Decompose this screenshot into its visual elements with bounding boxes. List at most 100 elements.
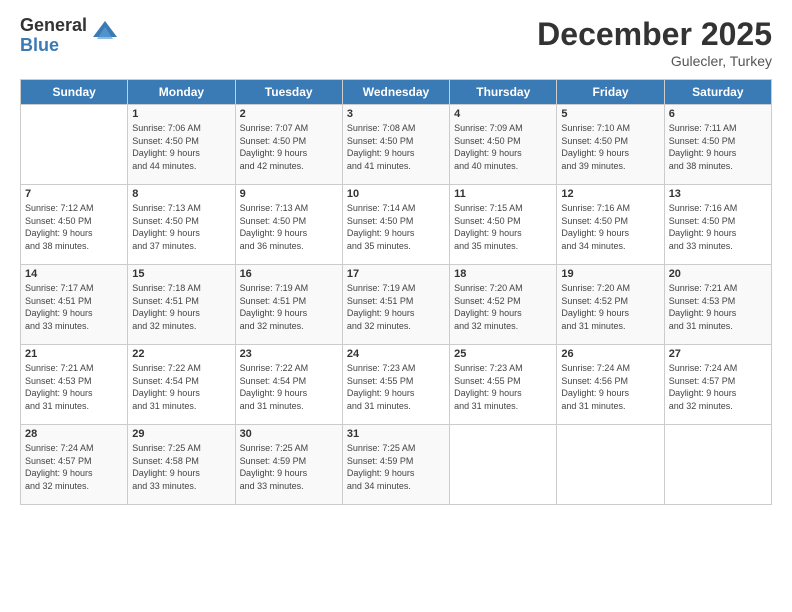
day-info: Sunrise: 7:13 AM Sunset: 4:50 PM Dayligh…: [132, 202, 230, 252]
header-row: SundayMondayTuesdayWednesdayThursdayFrid…: [21, 80, 772, 105]
location-subtitle: Gulecler, Turkey: [537, 53, 772, 69]
calendar-cell: 20Sunrise: 7:21 AM Sunset: 4:53 PM Dayli…: [664, 265, 771, 345]
week-row-5: 28Sunrise: 7:24 AM Sunset: 4:57 PM Dayli…: [21, 425, 772, 505]
day-header-monday: Monday: [128, 80, 235, 105]
day-number: 30: [240, 428, 338, 440]
logo: General Blue: [20, 16, 119, 56]
day-info: Sunrise: 7:20 AM Sunset: 4:52 PM Dayligh…: [561, 282, 659, 332]
day-number: 26: [561, 348, 659, 360]
day-number: 18: [454, 268, 552, 280]
calendar-cell: [450, 425, 557, 505]
calendar-cell: 7 Sunrise: 7:12 AM Sunset: 4:50 PM Daylig…: [21, 185, 128, 265]
logo-general: General: [20, 16, 87, 36]
calendar-cell: 2Sunrise: 7:07 AM Sunset: 4:50 PM Daylig…: [235, 105, 342, 185]
day-number: 17: [347, 268, 445, 280]
day-header-friday: Friday: [557, 80, 664, 105]
day-number: 4: [454, 108, 552, 120]
calendar-cell: 16Sunrise: 7:19 AM Sunset: 4:51 PM Dayli…: [235, 265, 342, 345]
calendar-cell: [664, 425, 771, 505]
month-title: December 2025: [537, 16, 772, 53]
calendar-cell: 17 Sunrise: 7:19 AM Sunset: 4:51 PM Dayli…: [342, 265, 449, 345]
day-number: 15: [132, 268, 230, 280]
day-info: Sunrise: 7:11 AM Sunset: 4:50 PM Dayligh…: [669, 122, 767, 172]
day-number: 5: [561, 108, 659, 120]
calendar-cell: 22 Sunrise: 7:22 AM Sunset: 4:54 PM Dayli…: [128, 345, 235, 425]
calendar-cell: 19 Sunrise: 7:20 AM Sunset: 4:52 PM Dayli…: [557, 265, 664, 345]
day-info: Sunrise: 7:08 AM Sunset: 4:50 PM Dayligh…: [347, 122, 445, 172]
day-number: 23: [240, 348, 338, 360]
calendar-cell: 9 Sunrise: 7:13 AM Sunset: 4:50 PM Daylig…: [235, 185, 342, 265]
calendar-cell: 13 Sunrise: 7:16 AM Sunset: 4:50 PM Dayli…: [664, 185, 771, 265]
day-number: 22: [132, 348, 230, 360]
logo-blue: Blue: [20, 36, 87, 56]
day-number: 9: [240, 188, 338, 200]
calendar-cell: 4Sunrise: 7:09 AM Sunset: 4:50 PM Daylig…: [450, 105, 557, 185]
calendar-cell: 30 Sunrise: 7:25 AM Sunset: 4:59 PM Dayli…: [235, 425, 342, 505]
calendar-cell: 15Sunrise: 7:18 AM Sunset: 4:51 PM Dayli…: [128, 265, 235, 345]
calendar-cell: 23Sunrise: 7:22 AM Sunset: 4:54 PM Dayli…: [235, 345, 342, 425]
day-info: Sunrise: 7:25 AM Sunset: 4:59 PM Dayligh…: [240, 442, 338, 492]
day-header-sunday: Sunday: [21, 80, 128, 105]
week-row-3: 14 Sunrise: 7:17 AM Sunset: 4:51 PM Dayli…: [21, 265, 772, 345]
day-number: 21: [25, 348, 123, 360]
calendar-cell: [21, 105, 128, 185]
calendar-cell: 1 Sunrise: 7:06 AM Sunset: 4:50 PM Daylig…: [128, 105, 235, 185]
day-info: Sunrise: 7:25 AM Sunset: 4:59 PM Dayligh…: [347, 442, 445, 492]
day-info: Sunrise: 7:17 AM Sunset: 4:51 PM Dayligh…: [25, 282, 123, 332]
day-number: 2: [240, 108, 338, 120]
logo-icon: [91, 19, 119, 52]
day-info: Sunrise: 7:14 AM Sunset: 4:50 PM Dayligh…: [347, 202, 445, 252]
day-number: 10: [347, 188, 445, 200]
day-number: 13: [669, 188, 767, 200]
day-info: Sunrise: 7:12 AM Sunset: 4:50 PM Dayligh…: [25, 202, 123, 252]
day-info: Sunrise: 7:19 AM Sunset: 4:51 PM Dayligh…: [240, 282, 338, 332]
day-info: Sunrise: 7:06 AM Sunset: 4:50 PM Dayligh…: [132, 122, 230, 172]
calendar-cell: 14 Sunrise: 7:17 AM Sunset: 4:51 PM Dayli…: [21, 265, 128, 345]
calendar-cell: 3 Sunrise: 7:08 AM Sunset: 4:50 PM Daylig…: [342, 105, 449, 185]
day-number: 8: [132, 188, 230, 200]
day-number: 12: [561, 188, 659, 200]
calendar-cell: 26 Sunrise: 7:24 AM Sunset: 4:56 PM Dayli…: [557, 345, 664, 425]
day-info: Sunrise: 7:19 AM Sunset: 4:51 PM Dayligh…: [347, 282, 445, 332]
day-info: Sunrise: 7:13 AM Sunset: 4:50 PM Dayligh…: [240, 202, 338, 252]
day-info: Sunrise: 7:25 AM Sunset: 4:58 PM Dayligh…: [132, 442, 230, 492]
day-info: Sunrise: 7:20 AM Sunset: 4:52 PM Dayligh…: [454, 282, 552, 332]
calendar-cell: 10 Sunrise: 7:14 AM Sunset: 4:50 PM Dayli…: [342, 185, 449, 265]
day-header-thursday: Thursday: [450, 80, 557, 105]
day-info: Sunrise: 7:23 AM Sunset: 4:55 PM Dayligh…: [454, 362, 552, 412]
calendar-cell: 28Sunrise: 7:24 AM Sunset: 4:57 PM Dayli…: [21, 425, 128, 505]
logo-text: General Blue: [20, 16, 87, 56]
day-info: Sunrise: 7:24 AM Sunset: 4:56 PM Dayligh…: [561, 362, 659, 412]
title-block: December 2025 Gulecler, Turkey: [537, 16, 772, 69]
day-number: 24: [347, 348, 445, 360]
day-info: Sunrise: 7:16 AM Sunset: 4:50 PM Dayligh…: [669, 202, 767, 252]
day-info: Sunrise: 7:21 AM Sunset: 4:53 PM Dayligh…: [669, 282, 767, 332]
calendar-cell: 24 Sunrise: 7:23 AM Sunset: 4:55 PM Dayli…: [342, 345, 449, 425]
calendar-cell: [557, 425, 664, 505]
calendar-cell: 31Sunrise: 7:25 AM Sunset: 4:59 PM Dayli…: [342, 425, 449, 505]
day-header-tuesday: Tuesday: [235, 80, 342, 105]
calendar-cell: 12Sunrise: 7:16 AM Sunset: 4:50 PM Dayli…: [557, 185, 664, 265]
day-header-wednesday: Wednesday: [342, 80, 449, 105]
day-number: 25: [454, 348, 552, 360]
calendar-cell: 21 Sunrise: 7:21 AM Sunset: 4:53 PM Dayli…: [21, 345, 128, 425]
day-number: 3: [347, 108, 445, 120]
calendar-cell: 25 Sunrise: 7:23 AM Sunset: 4:55 PM Dayli…: [450, 345, 557, 425]
calendar-cell: 11Sunrise: 7:15 AM Sunset: 4:50 PM Dayli…: [450, 185, 557, 265]
day-info: Sunrise: 7:24 AM Sunset: 4:57 PM Dayligh…: [669, 362, 767, 412]
day-number: 14: [25, 268, 123, 280]
day-number: 19: [561, 268, 659, 280]
calendar-table: SundayMondayTuesdayWednesdayThursdayFrid…: [20, 79, 772, 505]
day-number: 1: [132, 108, 230, 120]
day-info: Sunrise: 7:10 AM Sunset: 4:50 PM Dayligh…: [561, 122, 659, 172]
week-row-1: 1 Sunrise: 7:06 AM Sunset: 4:50 PM Daylig…: [21, 105, 772, 185]
day-number: 11: [454, 188, 552, 200]
day-number: 6: [669, 108, 767, 120]
day-info: Sunrise: 7:22 AM Sunset: 4:54 PM Dayligh…: [132, 362, 230, 412]
day-number: 28: [25, 428, 123, 440]
day-info: Sunrise: 7:21 AM Sunset: 4:53 PM Dayligh…: [25, 362, 123, 412]
calendar-cell: 6 Sunrise: 7:11 AM Sunset: 4:50 PM Daylig…: [664, 105, 771, 185]
day-info: Sunrise: 7:23 AM Sunset: 4:55 PM Dayligh…: [347, 362, 445, 412]
day-number: 7: [25, 188, 123, 200]
day-number: 27: [669, 348, 767, 360]
